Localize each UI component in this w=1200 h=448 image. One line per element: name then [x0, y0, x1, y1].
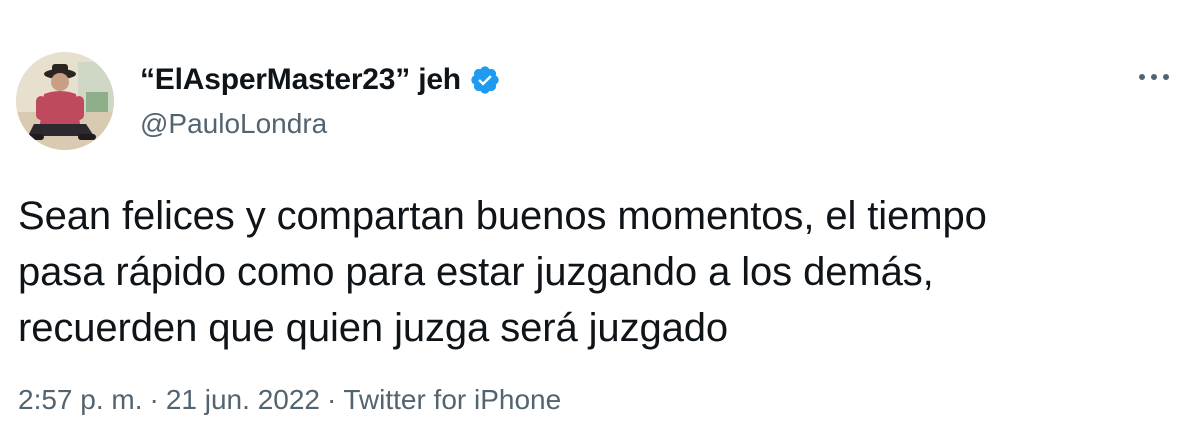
tweet-card: “ElAsperMaster23” jeh @PauloLondra Sean … [0, 0, 1200, 448]
avatar[interactable] [16, 52, 114, 150]
tweet-text-line: recuerden que quien juzga será juzgado [18, 306, 729, 350]
tweet-date[interactable]: 21 jun. 2022 [166, 384, 320, 416]
display-name[interactable]: “ElAsperMaster23” jeh [140, 63, 461, 97]
tweet-text-line: Sean felices y compartan buenos momentos… [18, 194, 987, 238]
verified-badge-icon [469, 64, 501, 96]
tweet-meta: 2:57 p. m. · 21 jun. 2022 · Twitter for … [18, 384, 561, 416]
user-names: “ElAsperMaster23” jeh @PauloLondra [140, 60, 501, 140]
meta-separator: · [326, 384, 337, 415]
tweet-text-line: pasa rápido como para estar juzgando a l… [18, 250, 934, 294]
meta-separator: · [149, 384, 159, 415]
tweet-source: Twitter for iPhone [343, 384, 562, 415]
user-handle[interactable]: @PauloLondra [140, 108, 501, 140]
avatar-image [16, 52, 114, 150]
more-options-icon[interactable] [1136, 62, 1172, 92]
tweet-text: Sean felices y compartan buenos momentos… [18, 188, 1188, 356]
name-row: “ElAsperMaster23” jeh [140, 60, 501, 100]
tweet-time[interactable]: 2:57 p. m. [18, 384, 143, 416]
